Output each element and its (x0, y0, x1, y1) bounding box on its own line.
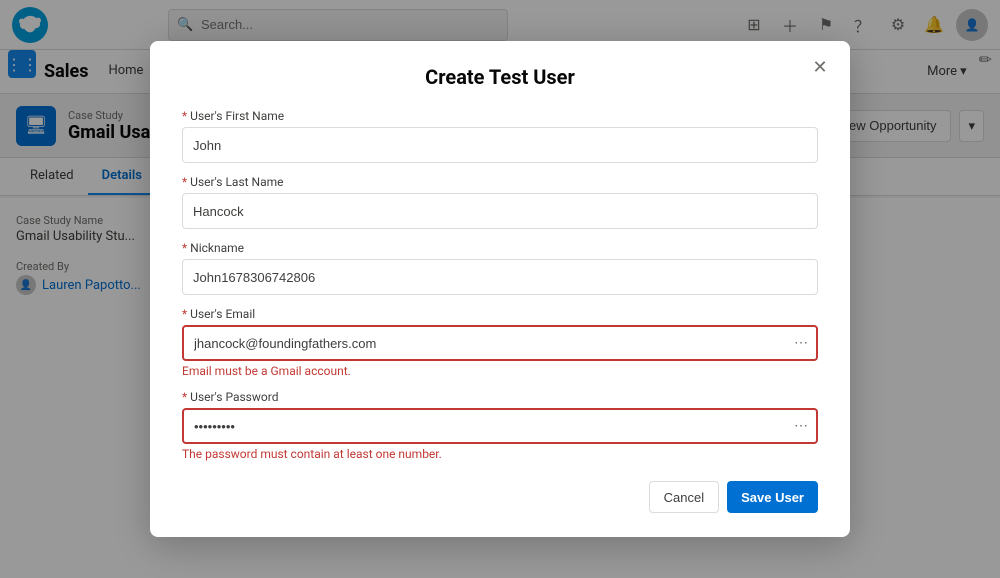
password-icon[interactable]: ⋯ (794, 418, 808, 434)
modal-footer: Cancel Save User (182, 481, 818, 513)
email-label: * User's Email (182, 307, 818, 321)
nickname-label: * Nickname (182, 241, 818, 255)
email-input[interactable] (182, 325, 818, 361)
password-error-msg: The password must contain at least one n… (182, 447, 818, 461)
required-star: * (182, 241, 190, 255)
required-star: * (182, 390, 190, 404)
save-user-button[interactable]: Save User (727, 481, 818, 513)
nickname-input[interactable] (182, 259, 818, 295)
email-icon[interactable]: ⋯ (794, 335, 808, 351)
password-field: * User's Password ⋯ The password must co… (182, 390, 818, 461)
modal-close-button[interactable]: ✕ (806, 53, 834, 81)
modal-title: Create Test User (182, 65, 818, 89)
last-name-input[interactable] (182, 193, 818, 229)
modal-overlay: ✕ Create Test User * User's First Name *… (0, 0, 1000, 578)
cancel-button[interactable]: Cancel (649, 481, 719, 513)
password-input-wrapper: ⋯ (182, 408, 818, 444)
modal-dialog: ✕ Create Test User * User's First Name *… (150, 41, 850, 537)
password-label: * User's Password (182, 390, 818, 404)
last-name-field: * User's Last Name (182, 175, 818, 229)
required-star: * (182, 109, 190, 123)
email-input-wrapper: ⋯ (182, 325, 818, 361)
email-field: * User's Email ⋯ Email must be a Gmail a… (182, 307, 818, 378)
required-star: * (182, 307, 190, 321)
last-name-label: * User's Last Name (182, 175, 818, 189)
first-name-input[interactable] (182, 127, 818, 163)
password-input[interactable] (182, 408, 818, 444)
first-name-field: * User's First Name (182, 109, 818, 163)
required-star: * (182, 175, 190, 189)
first-name-label: * User's First Name (182, 109, 818, 123)
nickname-field: * Nickname (182, 241, 818, 295)
email-error-msg: Email must be a Gmail account. (182, 364, 818, 378)
